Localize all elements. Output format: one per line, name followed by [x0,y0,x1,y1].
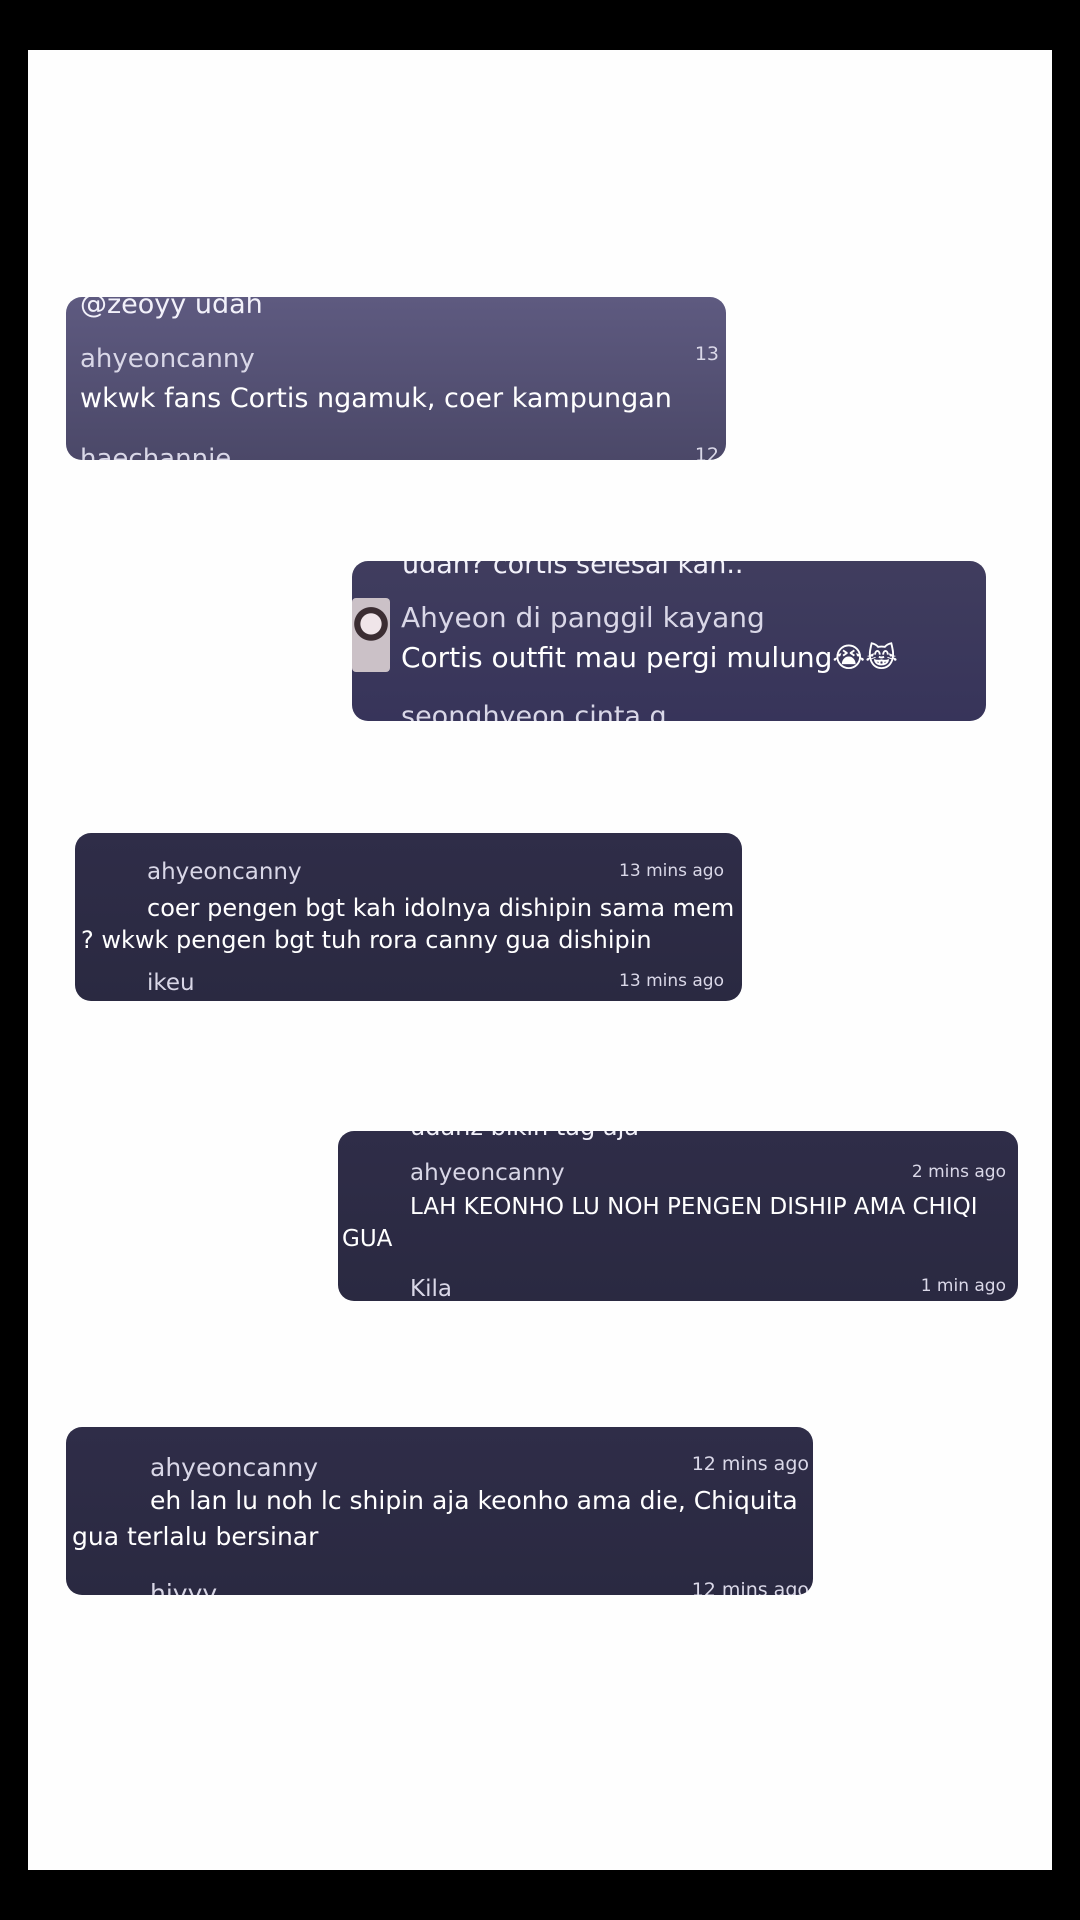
next-comment-username: haechannie [80,444,232,460]
comment-card-2: udah? cortis selesai kan.. Ahyeon di pan… [352,561,986,721]
comment-text-line-2: gua terlalu bersinar [72,1522,319,1551]
next-comment-timestamp: 13 mins ago [619,971,724,991]
next-comment-username: ikeu [147,970,195,996]
cut-top-text: udahz bikin tag aja [410,1131,639,1141]
comment-timestamp: 13 [694,343,719,365]
cut-top-text: udah? cortis selesai kan.. [402,561,744,580]
comment-text-line-2: ? wkwk pengen bgt tuh rora canny gua dis… [81,926,652,954]
user-avatar[interactable] [352,598,390,672]
comment-text: wkwk fans Cortis ngamuk, coer kampungan [80,383,672,414]
cut-top-text: @zeoyy udah [80,297,263,320]
comment-username: ahyeoncanny [80,344,255,374]
comment-card-4: udahz bikin tag aja ahyeoncanny 2 mins a… [338,1131,1018,1301]
comment-text-line-1: eh lan lu noh lc shipin aja keonho ama d… [150,1486,798,1515]
comment-timestamp: 13 mins ago [619,861,724,881]
next-comment-username: hiyyy [150,1579,218,1595]
comment-timestamp: 2 mins ago [911,1162,1006,1182]
comment-card-3: ahyeoncanny 13 mins ago coer pengen bgt … [75,833,742,1001]
comment-text: Cortis outfit mau pergi mulung😭😹 [401,641,898,674]
comment-username: Ahyeon di panggil kayang [401,601,765,634]
comment-timestamp: 12 mins ago [691,1453,809,1475]
comment-text-line-1: LAH KEONHO LU NOH PENGEN DISHIP AMA CHIQ… [410,1194,978,1220]
comment-username: ahyeoncanny [147,859,302,885]
comment-username: ahyeoncanny [150,1453,319,1482]
next-comment-username: Kila [410,1276,452,1301]
next-comment-timestamp: 12 mins ago [691,1579,809,1595]
comment-card-5: ahyeoncanny 12 mins ago eh lan lu noh lc… [66,1427,813,1595]
comment-text-line-2: GUA [342,1226,393,1252]
white-story-background: @zeoyy udah ahyeoncanny 13 wkwk fans Cor… [28,50,1052,1870]
comment-card-1: @zeoyy udah ahyeoncanny 13 wkwk fans Cor… [66,297,726,460]
comment-text-line-1: coer pengen bgt kah idolnya dishipin sam… [147,894,742,922]
next-comment-timestamp: 1 min ago [920,1276,1006,1296]
next-comment-username: seonghyeon cinta q [401,701,667,721]
next-comment-timestamp: 12 [694,444,719,460]
comment-username: ahyeoncanny [410,1160,565,1186]
